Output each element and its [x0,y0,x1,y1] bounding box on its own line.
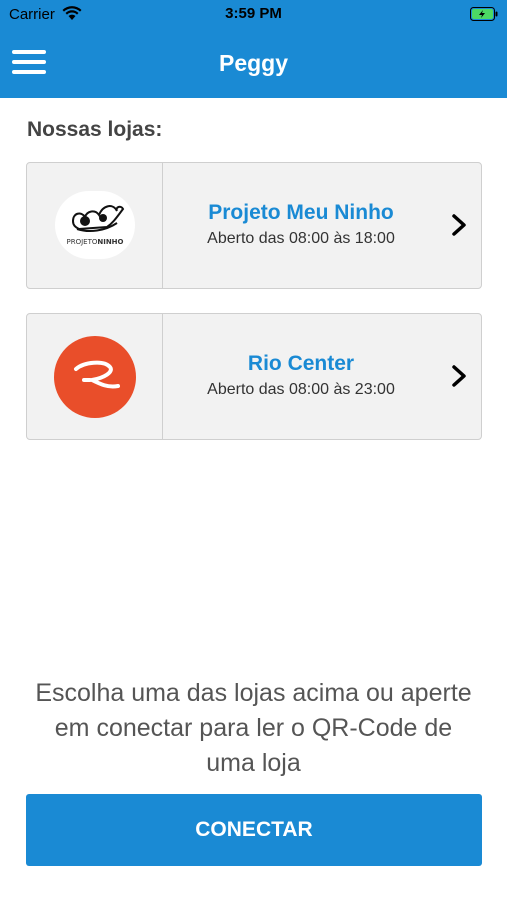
status-time: 3:59 PM [225,5,282,22]
chevron-right-icon [452,365,466,387]
battery-charging-icon [470,7,498,21]
stores-section-title: Nossas lojas: [27,118,163,141]
rio-center-logo [54,336,136,418]
store-logo-cell [27,314,163,439]
connect-button[interactable]: CONECTAR [26,794,482,866]
store-card-projeto-meu-ninho[interactable]: PROJETONINHO Projeto Meu Ninho Aberto da… [26,162,482,289]
chevron-right-icon [452,214,466,236]
header-title: Peggy [218,50,289,76]
birds-nest-logo: PROJETONINHO [55,191,135,259]
store-name: Projeto Meu Ninho [208,201,394,224]
store-hours: Aberto das 08:00 às 23:00 [207,381,395,398]
store-hours: Aberto das 08:00 às 18:00 [207,230,395,247]
store-card-rio-center[interactable]: Rio Center Aberto das 08:00 às 23:00 [26,313,482,440]
store-logo-cell: PROJETONINHO [27,163,163,288]
app-header: Carrier 3:59 PM Peggy [0,0,507,98]
svg-text:PROJETONINHO: PROJETONINHO [66,238,123,246]
status-bar: Carrier 3:59 PM [0,0,507,28]
helper-text: Escolha uma das lojas acima ou aperte em… [35,679,472,777]
store-name: Rio Center [247,352,355,375]
